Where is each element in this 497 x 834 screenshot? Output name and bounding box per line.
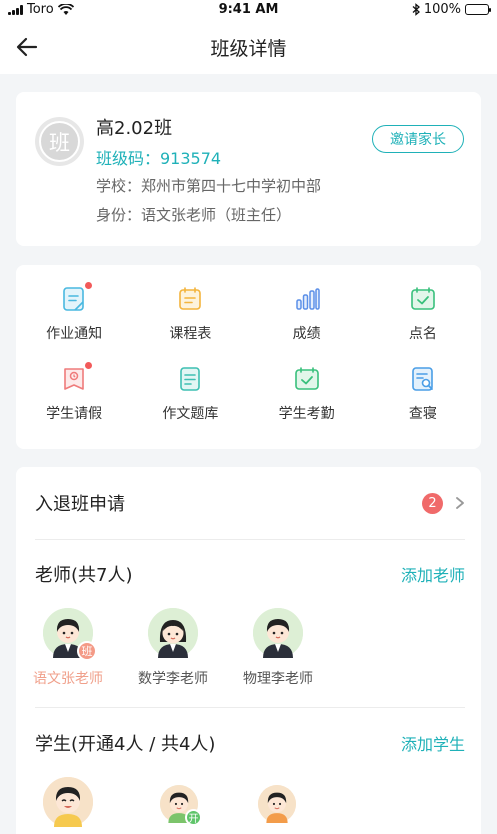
status-bar: Toro 9:41 AM 100% [0, 0, 497, 20]
students-title: 学生(开通4人 / 共4人) [35, 734, 216, 755]
class-info-card: 班 高2.02班 班级码：913574 学校：郑州市第四十七中学初中部 身份：语… [16, 92, 481, 246]
func-homework-notice[interactable]: 作业通知 [16, 282, 132, 343]
func-label: 查寝 [408, 406, 437, 422]
class-school: 学校：郑州市第四十七中学初中部 [96, 177, 322, 195]
func-attendance[interactable]: 学生考勤 [249, 365, 365, 423]
student-item[interactable] [222, 785, 332, 823]
class-code: 班级码：913574 [96, 149, 222, 168]
student-avatar [258, 785, 296, 823]
students-header: 学生(开通4人 / 共4人) 添加学生 [35, 730, 465, 756]
teacher-name: 数学李老师 [138, 671, 208, 687]
teacher-name: 物理李老师 [243, 671, 313, 687]
invite-parents-button[interactable]: 邀请家长 [372, 125, 464, 153]
student-item[interactable] [13, 777, 123, 827]
join-leave-requests-row[interactable]: 入退班申请 2 [35, 489, 465, 517]
activated-tag: 开 [185, 809, 202, 826]
add-teacher-button[interactable]: 添加老师 [401, 562, 465, 586]
func-label: 作文题库 [162, 406, 219, 422]
func-grades[interactable]: 成绩 [249, 285, 365, 343]
teacher-item[interactable]: 数学李老师 [118, 608, 228, 688]
func-label: 学生考勤 [278, 406, 335, 422]
teacher-avatar [253, 608, 303, 658]
essay-bank-icon [176, 365, 204, 393]
class-avatar: 班 [35, 117, 84, 166]
func-rollcall[interactable]: 点名 [365, 285, 481, 343]
schedule-icon [176, 285, 204, 313]
func-label: 学生请假 [46, 406, 103, 422]
teachers-header: 老师(共7人) 添加老师 [35, 561, 465, 587]
chevron-right-icon [456, 497, 464, 509]
student-avatar [43, 777, 93, 827]
leave-request-icon [60, 362, 93, 393]
rollcall-icon [409, 285, 437, 313]
func-essay-bank[interactable]: 作文题库 [132, 365, 248, 423]
teacher-item[interactable]: 物理李老师 [223, 608, 333, 688]
battery-icon [465, 4, 491, 15]
student-item[interactable]: 开 [124, 785, 234, 826]
homeroom-tag: 班 [77, 641, 97, 661]
function-grid-card: 作业通知 课程表 成绩 点名 学生请假 作文题库 学生考勤 查寝 [16, 265, 481, 449]
unread-dot [85, 362, 93, 369]
func-label: 课程表 [169, 326, 212, 342]
battery-group: 100% [412, 2, 491, 17]
teachers-title: 老师(共7人) [35, 565, 133, 586]
add-student-button[interactable]: 添加学生 [401, 731, 465, 755]
func-label: 成绩 [292, 326, 321, 342]
battery-percent: 100% [423, 2, 461, 17]
teacher-item[interactable]: 班 语文张老师 [13, 608, 123, 688]
grades-icon [293, 285, 321, 313]
class-avatar-text: 班 [39, 121, 80, 162]
func-schedule[interactable]: 课程表 [132, 285, 248, 343]
page-title: 班级详情 [210, 38, 287, 60]
divider [35, 539, 465, 540]
teacher-avatar: 班 [43, 608, 97, 661]
class-name: 高2.02班 [96, 118, 173, 139]
function-grid: 作业通知 课程表 成绩 点名 学生请假 作文题库 学生考勤 查寝 [16, 282, 481, 423]
func-leave-request[interactable]: 学生请假 [16, 362, 132, 423]
teacher-avatar [148, 608, 198, 658]
dorm-check-icon [409, 365, 437, 393]
teacher-name: 语文张老师 [33, 671, 103, 687]
bluetooth-icon [412, 3, 420, 16]
join-leave-requests-label: 入退班申请 [35, 494, 125, 515]
attendance-icon [293, 365, 321, 393]
homework-notice-icon [60, 282, 93, 313]
func-label: 点名 [408, 326, 437, 342]
func-label: 作业通知 [46, 326, 103, 342]
class-role: 身份：语文张老师（班主任） [96, 206, 292, 224]
unread-dot [85, 282, 93, 289]
func-dorm-check[interactable]: 查寝 [365, 365, 481, 423]
student-avatar: 开 [160, 785, 202, 826]
divider [35, 707, 465, 708]
navigation-bar: 班级详情 [0, 20, 497, 74]
members-card: 入退班申请 2 老师(共7人) 添加老师 班 语文张老师 数学李老师 物理李老师… [16, 467, 481, 834]
request-count-badge: 2 [422, 492, 443, 514]
